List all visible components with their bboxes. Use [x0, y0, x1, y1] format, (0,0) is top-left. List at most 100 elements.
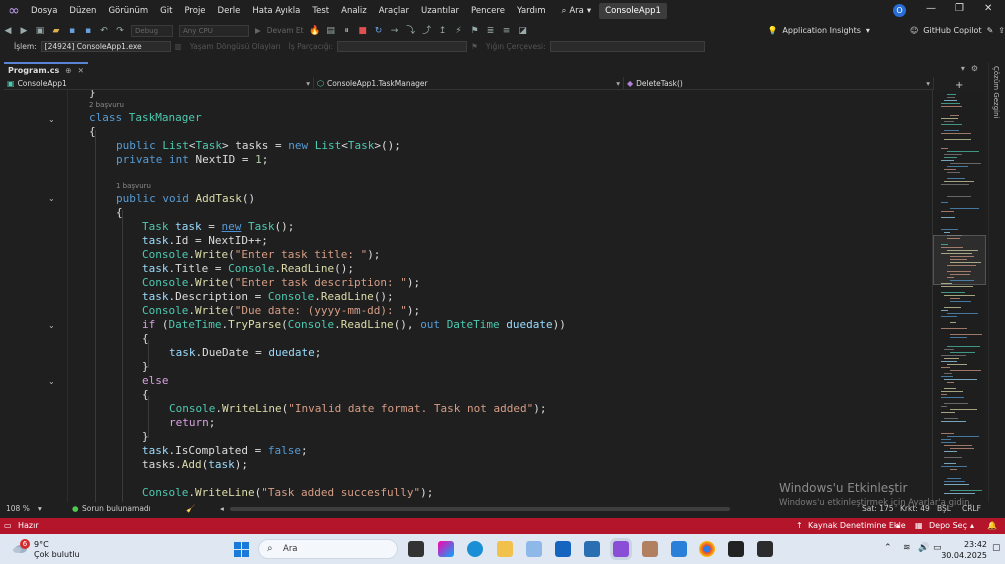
notifications-icon[interactable]: 🔔	[987, 521, 997, 530]
codelens-references[interactable]: 1 başvuru	[116, 182, 151, 190]
output-icon[interactable]: ▭	[4, 521, 12, 530]
taskbar-search[interactable]: ⌕ Ara	[258, 539, 398, 559]
diagnostics-icon[interactable]: ▤	[325, 25, 337, 37]
fold-toggle[interactable]: ⌄	[48, 321, 55, 330]
redo-icon[interactable]: ↷	[114, 25, 126, 37]
flag-icon[interactable]: ⚑	[471, 42, 478, 51]
application-insights-button[interactable]: Application Insights	[782, 26, 861, 35]
show-next-statement-icon[interactable]: →	[389, 25, 401, 37]
edge-icon[interactable]	[467, 541, 483, 557]
settings-icon[interactable]: ⚙	[971, 64, 978, 73]
bookmark-icon[interactable]: ⚑	[469, 25, 481, 37]
add-to-source-control-button[interactable]: Kaynak Denetimine Ekle	[808, 521, 906, 530]
project-dropdown[interactable]: ▣ ConsoleApp1 ▾	[4, 77, 314, 90]
hot-reload-icon[interactable]: 🔥	[309, 25, 321, 37]
pin-icon[interactable]: ⊕	[65, 66, 71, 75]
outlook-icon[interactable]	[555, 541, 571, 557]
scroll-left-icon[interactable]: ◂	[220, 504, 224, 513]
menu-edit[interactable]: Düzen	[63, 6, 102, 16]
save-icon[interactable]: ▪	[66, 25, 78, 37]
restore-icon[interactable]: ❐	[955, 3, 964, 14]
type-dropdown[interactable]: ⬡ ConsoleApp1.TaskManager ▾	[314, 77, 624, 90]
terminal-icon[interactable]	[757, 541, 773, 557]
file-explorer-icon[interactable]	[497, 541, 513, 557]
stop-icon[interactable]: ■	[357, 25, 369, 37]
code-editor[interactable]: ⌄ ⌄ ⌄ ⌄ } 2 başvuru class TaskManager { …	[4, 90, 930, 502]
remote-desktop-icon[interactable]	[584, 541, 600, 557]
menu-git[interactable]: Git	[154, 6, 178, 16]
bookmark-toggle-icon[interactable]: ◪	[517, 25, 529, 37]
copilot-app-icon[interactable]	[438, 541, 454, 557]
menu-help[interactable]: Yardım	[511, 6, 552, 16]
visual-studio-logo-icon[interactable]: ∞	[3, 0, 25, 22]
step-into-icon[interactable]: ⤵	[405, 25, 417, 37]
continue-play-icon[interactable]: ▶	[255, 26, 261, 35]
task-view-icon[interactable]	[408, 541, 424, 557]
menu-extensions[interactable]: Uzantılar	[415, 6, 465, 16]
menu-tools[interactable]: Araçlar	[373, 6, 415, 16]
chrome-icon[interactable]	[699, 541, 715, 557]
weather-temperature[interactable]: 9°C	[34, 540, 49, 549]
new-project-icon[interactable]: ▣	[34, 25, 46, 37]
profile-avatar[interactable]: O	[893, 4, 906, 17]
weather-description[interactable]: Çok bulutlu	[34, 550, 80, 559]
search-button[interactable]: ⌕ Ara ▾	[562, 6, 592, 16]
menu-build[interactable]: Derle	[212, 6, 247, 16]
close-icon[interactable]: ✕	[984, 3, 992, 14]
tab-overflow-icon[interactable]: ▾	[961, 64, 965, 73]
back-icon[interactable]: ◀	[2, 25, 14, 37]
step-out-icon[interactable]: ↥	[437, 25, 449, 37]
menu-view[interactable]: Görünüm	[102, 6, 154, 16]
process-dropdown[interactable]: [24924] ConsoleApp1.exe	[40, 41, 171, 52]
share-icon[interactable]: ⇪	[998, 26, 1005, 35]
fold-toggle[interactable]: ⌄	[48, 194, 55, 203]
epic-games-icon[interactable]	[728, 541, 744, 557]
configuration-dropdown[interactable]: Debug	[131, 24, 173, 37]
wifi-icon[interactable]: ≋	[903, 543, 911, 553]
thread-dropdown[interactable]	[337, 41, 468, 52]
menu-analyze[interactable]: Analiz	[335, 6, 373, 16]
code-cleanup-icon[interactable]: 🧹	[186, 504, 195, 513]
windows-start-icon[interactable]	[234, 542, 249, 557]
zoom-level[interactable]: 108 %	[6, 504, 30, 513]
minimize-icon[interactable]: —	[926, 3, 936, 14]
open-file-icon[interactable]: ▰	[50, 25, 62, 37]
forward-icon[interactable]: ▶	[18, 25, 30, 37]
continue-button[interactable]: Devam Et	[267, 26, 304, 35]
fold-toggle[interactable]: ⌄	[48, 115, 55, 124]
github-copilot-button[interactable]: GitHub Copilot	[923, 26, 981, 35]
member-dropdown[interactable]: ◆ DeleteTask() ▾	[624, 77, 934, 90]
menu-window[interactable]: Pencere	[465, 6, 511, 16]
photos-icon[interactable]	[526, 541, 542, 557]
pause-icon[interactable]: ⏸	[341, 25, 353, 37]
game-icon[interactable]	[642, 541, 658, 557]
save-all-icon[interactable]: ▪	[82, 25, 94, 37]
volume-icon[interactable]: 🔊	[918, 543, 929, 553]
hot-reload-toggle-icon[interactable]: ⚡	[453, 25, 465, 37]
minimap[interactable]	[932, 90, 986, 502]
horizontal-scrollbar[interactable]	[230, 507, 730, 511]
codelens-references[interactable]: 2 başvuru	[89, 101, 124, 109]
code-content[interactable]: } 2 başvuru class TaskManager { public L…	[89, 90, 566, 499]
solution-explorer-tab[interactable]: Çözüm Gezgini	[992, 66, 1000, 119]
chevron-down-icon[interactable]: ▾	[38, 504, 42, 513]
stackframe-dropdown[interactable]	[549, 41, 705, 52]
menu-debug[interactable]: Hata Ayıkla	[246, 6, 306, 16]
undo-icon[interactable]: ↶	[98, 25, 110, 37]
menu-file[interactable]: Dosya	[25, 6, 63, 16]
uncomment-icon[interactable]: ≡	[501, 25, 513, 37]
restart-icon[interactable]: ↻	[373, 25, 385, 37]
close-tab-icon[interactable]: ✕	[78, 66, 84, 75]
menu-test[interactable]: Test	[306, 6, 335, 16]
comment-icon[interactable]: ≣	[485, 25, 497, 37]
fold-toggle[interactable]: ⌄	[48, 377, 55, 386]
platform-dropdown[interactable]: Any CPU	[179, 24, 249, 37]
minimap-viewport[interactable]	[933, 235, 986, 285]
feedback-icon[interactable]: ✎	[987, 26, 994, 35]
lifecycle-events-dropdown[interactable]: Yaşam Döngüsü Olayları	[190, 42, 281, 51]
split-editor-icon[interactable]: +	[955, 80, 963, 91]
lifecycle-events-icon[interactable]: ▥	[175, 42, 182, 51]
solution-name-badge[interactable]: ConsoleApp1	[599, 3, 667, 19]
notepad-icon[interactable]	[671, 541, 687, 557]
visual-studio-icon[interactable]	[613, 541, 629, 557]
